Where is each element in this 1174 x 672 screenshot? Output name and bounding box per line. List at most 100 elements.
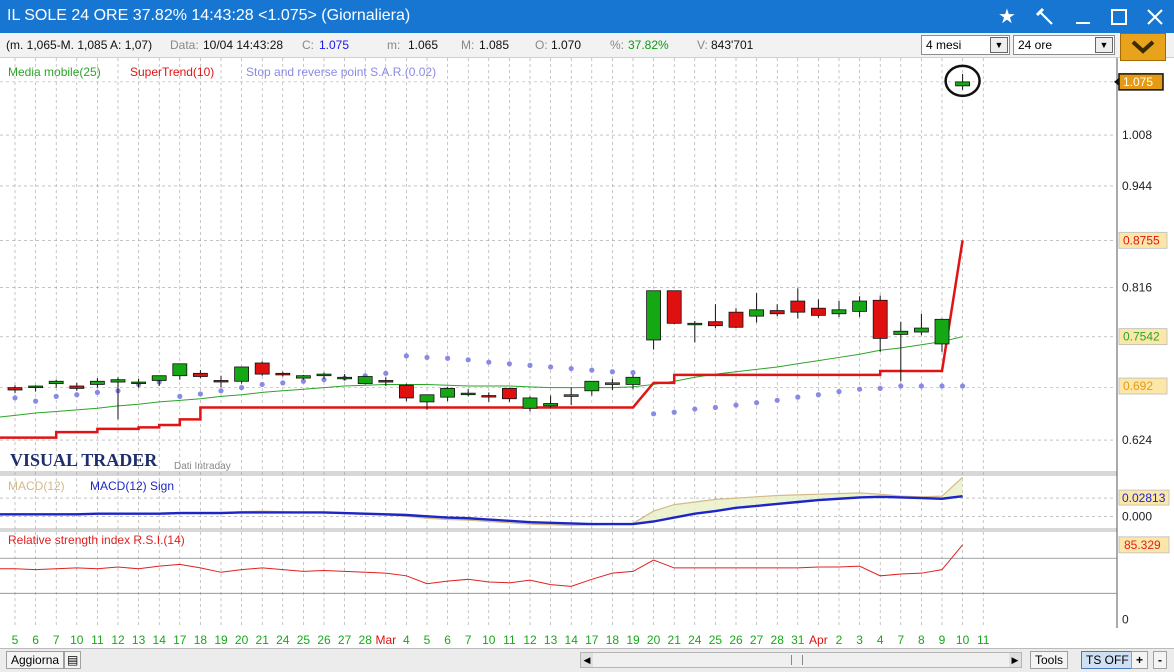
candle-body (955, 81, 970, 87)
sar-dot (939, 383, 945, 389)
x-tick-label: 20 (235, 633, 249, 647)
x-tick-label: 8 (918, 633, 925, 647)
sar-dot (609, 369, 616, 375)
refresh-button[interactable]: Aggiorna (6, 651, 65, 669)
x-tick-label: Apr (809, 633, 828, 647)
x-tick-label: 17 (585, 633, 599, 647)
candle-body (295, 375, 311, 379)
y-tick-label: 0.624 (1122, 433, 1152, 447)
candle-body (563, 394, 579, 397)
candle-body (522, 397, 538, 409)
expand-icon[interactable]: ▤ (64, 651, 82, 669)
interval-select[interactable]: 24 ore ▼ (1013, 35, 1115, 55)
sar-dot (280, 380, 286, 386)
candle-body (254, 362, 270, 375)
x-tick-label: 28 (771, 633, 785, 647)
minimize-icon[interactable] (1068, 3, 1098, 30)
chevron-down-icon[interactable]: ▼ (990, 37, 1008, 53)
sar-dot (527, 362, 533, 368)
x-tick-label: 13 (132, 633, 146, 647)
candle-body (728, 311, 744, 328)
candle-body (110, 379, 126, 383)
tools-button[interactable]: Tools (1030, 651, 1069, 669)
y-tick-label: 1.008 (1122, 128, 1152, 142)
candle-body (481, 395, 497, 398)
candle-body (893, 330, 909, 335)
candle-body (687, 322, 703, 326)
candle-body (708, 321, 723, 327)
sar-dot (692, 406, 698, 412)
candle-body (151, 375, 167, 381)
volume-value: 843'701 (711, 38, 754, 52)
ts-toggle-button[interactable]: TS OFF (1081, 651, 1134, 669)
x-tick-label: 25 (297, 633, 311, 647)
candle-body (28, 385, 44, 389)
x-tick-label: 11 (977, 633, 990, 647)
x-tick-label: 13 (544, 633, 558, 647)
rsi-value-label: 85.329 (1124, 538, 1161, 552)
sar-dot (465, 357, 471, 363)
chevron-down-icon[interactable]: ▼ (1095, 37, 1113, 53)
candle-body (501, 388, 517, 400)
sar-dot (94, 389, 100, 395)
sar-dot (445, 355, 451, 361)
sar-dot (774, 397, 780, 403)
close-icon[interactable] (1140, 3, 1170, 30)
candle-body (769, 310, 785, 315)
star-icon[interactable]: ★ (992, 3, 1022, 30)
sar-dot (795, 394, 801, 400)
x-tick-label: 2 (836, 633, 843, 647)
indicator-price-label: 0.8755 (1123, 233, 1160, 247)
maximize-icon[interactable] (1104, 3, 1134, 30)
candle-body (192, 372, 208, 377)
scroll-left-icon[interactable]: ◀ (581, 653, 593, 667)
sar-dot (877, 385, 883, 392)
x-tick-label: 11 (91, 633, 104, 647)
legend-entry: MACD(12) Sign (90, 479, 174, 493)
period-select[interactable]: 4 mesi ▼ (921, 35, 1010, 55)
zoom-out-button[interactable]: - (1153, 651, 1167, 669)
horizontal-scrollbar[interactable]: ◀ ▶ (580, 652, 1022, 668)
x-tick-label: 4 (403, 633, 410, 647)
sar-dot (589, 367, 595, 373)
scroll-grip[interactable] (791, 655, 803, 665)
sar-dot (33, 398, 39, 404)
sar-dot (259, 381, 265, 388)
scroll-right-icon[interactable]: ▶ (1009, 653, 1021, 667)
candle-body (357, 376, 373, 385)
x-tick-label: 14 (565, 633, 579, 647)
legend-entry: Stop and reverse point S.A.R.(0.02) (246, 65, 436, 79)
sar-dot (74, 392, 80, 398)
x-tick-label: 21 (668, 633, 682, 647)
chart-area[interactable]: 0.624 0.816 0.944 1.008 VISUAL TRADER Dati In… (0, 58, 1174, 648)
x-tick-label: 24 (276, 633, 290, 647)
candle-body (172, 363, 188, 377)
sar-dot (857, 386, 863, 392)
date-label: Data: (170, 38, 199, 52)
candle-body (213, 380, 229, 383)
x-tick-label: 27 (750, 633, 764, 647)
candle-body (398, 384, 414, 399)
x-tick-label: 31 (791, 633, 805, 647)
pct-label: %: (610, 38, 625, 52)
open-value: 1.070 (551, 38, 582, 52)
zoom-in-button[interactable]: + (1131, 651, 1149, 669)
x-tick-label: 17 (173, 633, 187, 647)
x-tick-label: 11 (503, 633, 516, 647)
sar-dot (630, 369, 636, 376)
x-tick-label: 18 (606, 633, 620, 647)
candle-body (337, 376, 353, 380)
candle-body (7, 387, 23, 391)
x-tick-label: 14 (153, 633, 167, 647)
expand-menu-button[interactable] (1120, 33, 1166, 61)
sar-dot (918, 383, 925, 389)
title-bar: IL SOLE 24 ORE 37.82% 14:43:28 <1.075> (… (0, 0, 1174, 33)
candle-body (69, 385, 85, 389)
sar-dot (383, 370, 389, 376)
sar-dot (671, 409, 677, 415)
sar-dot (403, 353, 409, 359)
hammer-icon[interactable] (1030, 3, 1060, 30)
candle-body (605, 382, 620, 385)
x-tick-label: 7 (465, 633, 472, 647)
indicator-price-label: 0.7542 (1123, 330, 1160, 344)
